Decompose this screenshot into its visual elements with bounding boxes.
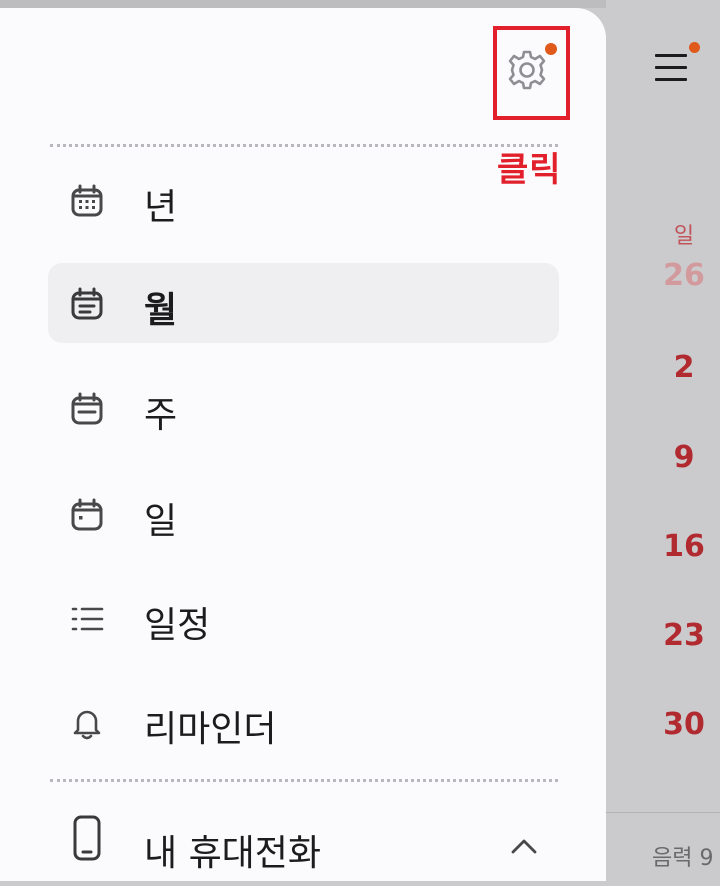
menu-item-month[interactable]: 월	[48, 263, 559, 343]
calendar-month-icon	[71, 287, 103, 320]
calendar-date[interactable]: 16	[648, 529, 720, 564]
menu-label: 년	[144, 187, 178, 228]
menu-item-reminder[interactable]: 리마인더	[48, 682, 559, 762]
lunar-date-text: 음력 9	[652, 846, 714, 871]
calendar-week-icon	[71, 392, 103, 425]
divider-top	[50, 144, 558, 147]
calendar-grid-icon	[71, 184, 103, 217]
menu-label: 일정	[144, 605, 211, 646]
divider-bottom	[50, 779, 558, 782]
highlight-box	[493, 26, 570, 120]
menu-item-year[interactable]: 년	[48, 160, 559, 240]
menu-item-week[interactable]: 주	[48, 368, 559, 448]
chevron-up-icon[interactable]	[508, 834, 540, 858]
calendar-date[interactable]: 9	[648, 440, 720, 475]
menu-label: 월	[144, 290, 178, 331]
calendar-date[interactable]: 26	[648, 258, 720, 293]
menu-item-day[interactable]: 일	[48, 474, 559, 554]
phone-icon	[73, 815, 101, 861]
calendar-date[interactable]: 23	[648, 618, 720, 653]
notification-dot	[689, 42, 700, 53]
bell-icon	[73, 710, 101, 740]
hamburger-icon[interactable]	[655, 54, 689, 88]
calendar-day-icon	[71, 498, 103, 531]
menu-label: 리마인더	[144, 709, 277, 750]
device-section-label: 내 휴대전화	[144, 833, 322, 874]
device-section-header[interactable]: 내 휴대전화	[48, 806, 559, 886]
calendar-divider	[606, 812, 720, 813]
menu-label: 일	[144, 501, 178, 542]
calendar-date[interactable]: 30	[648, 707, 720, 742]
menu-item-agenda[interactable]: 일정	[48, 578, 559, 658]
calendar-date[interactable]: 2	[648, 350, 720, 385]
list-icon	[71, 607, 104, 631]
sunday-header: 일	[673, 224, 695, 249]
menu-label: 주	[144, 395, 178, 436]
